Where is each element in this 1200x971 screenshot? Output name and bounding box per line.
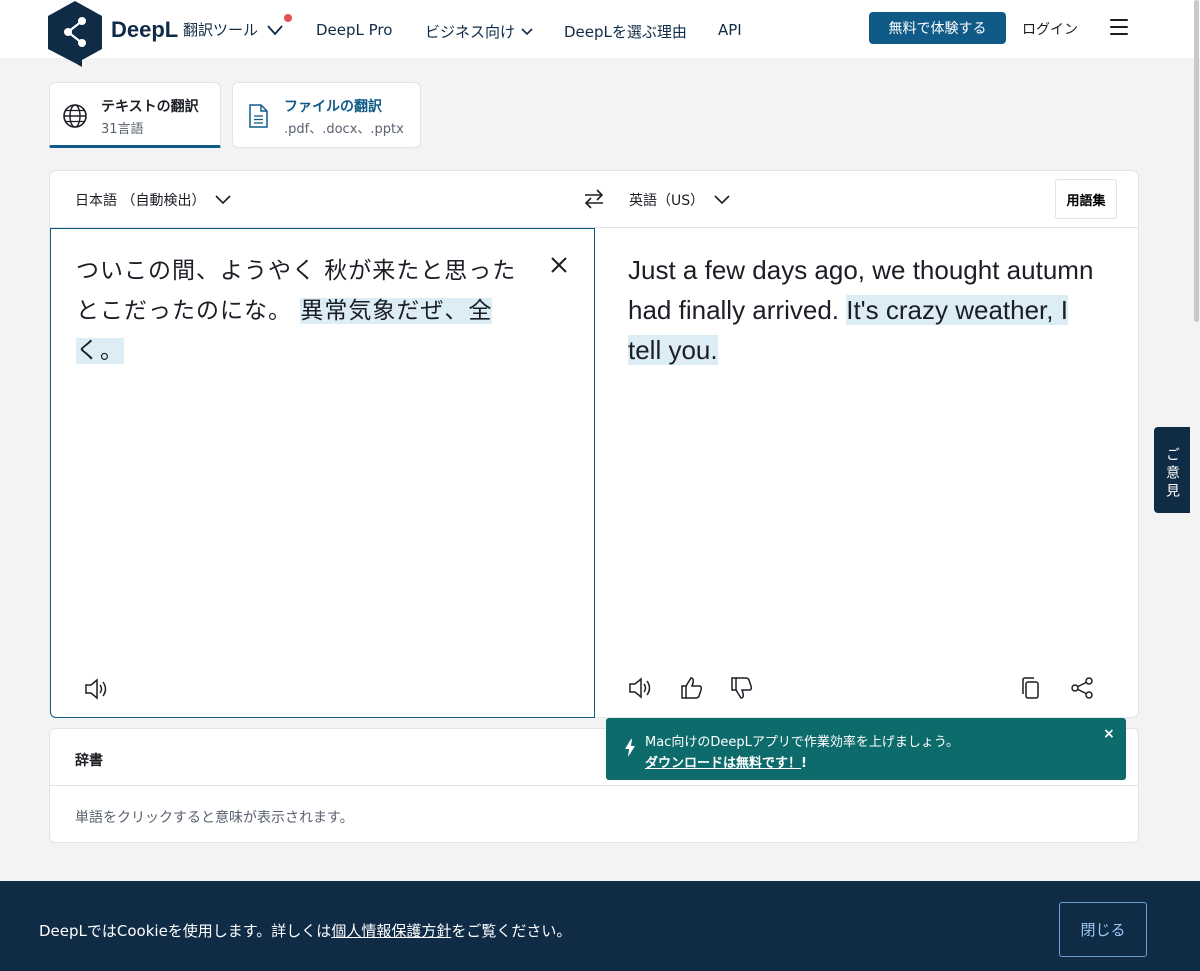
copy-icon[interactable] bbox=[1018, 675, 1044, 701]
tab-file-subtitle: .pdf、.docx、.pptx bbox=[284, 122, 404, 137]
cookie-close-button[interactable]: 閉じる bbox=[1059, 902, 1147, 957]
tab-text-translation[interactable]: テキストの翻訳 31言語 bbox=[49, 82, 221, 148]
deepl-logo-icon[interactable] bbox=[48, 1, 102, 67]
glossary-button[interactable]: 用語集 bbox=[1055, 179, 1117, 219]
thumbs-up-icon[interactable] bbox=[679, 675, 705, 701]
chevron-down-icon bbox=[521, 27, 533, 35]
cookie-text: DeepLではCookieを使用します。詳しくは個人情報保護方針をご覧ください。 bbox=[39, 920, 571, 941]
cookie-text-before: DeepLではCookieを使用します。詳しくは bbox=[39, 922, 332, 940]
cookie-text-after: をご覧ください。 bbox=[451, 922, 572, 940]
source-language-label: 日本語 （自動検出） bbox=[75, 193, 206, 209]
document-icon bbox=[249, 104, 268, 128]
cookie-banner: DeepLではCookieを使用します。詳しくは個人情報保護方針をご覧ください。… bbox=[0, 881, 1200, 971]
target-language-selector[interactable]: 英語（US） bbox=[629, 190, 730, 210]
download-free-link-suffix: ! bbox=[801, 756, 807, 771]
translated-text[interactable]: Just a few days ago, we thought autumn h… bbox=[628, 250, 1108, 370]
download-free-link[interactable]: ダウンロードは無料です！! bbox=[645, 752, 807, 771]
privacy-policy-link[interactable]: 個人情報保護方針 bbox=[331, 922, 451, 940]
nav-why-deepl[interactable]: DeepLを選ぶ理由 bbox=[564, 21, 687, 42]
notification-dot bbox=[284, 14, 292, 22]
translator-tool-menu[interactable]: 翻訳ツール bbox=[183, 19, 284, 40]
chevron-down-icon bbox=[267, 24, 283, 35]
target-text-area: Just a few days ago, we thought autumn h… bbox=[595, 228, 1138, 718]
clear-text-icon[interactable] bbox=[548, 254, 570, 276]
free-trial-button[interactable]: 無料で体験する bbox=[869, 12, 1006, 44]
tab-file-title: ファイルの翻訳 bbox=[284, 99, 382, 115]
speaker-icon[interactable] bbox=[627, 675, 653, 701]
hamburger-menu-icon[interactable] bbox=[1110, 19, 1128, 35]
nav-deepl-pro[interactable]: DeepL Pro bbox=[316, 21, 392, 39]
chevron-down-icon bbox=[215, 195, 232, 205]
dictionary-title: 辞書 bbox=[75, 753, 103, 769]
nav-deepl-pro-label: DeepL Pro bbox=[316, 21, 393, 39]
brand-name[interactable]: DeepL bbox=[111, 17, 178, 43]
chevron-down-icon bbox=[714, 195, 730, 205]
thumbs-down-icon[interactable] bbox=[729, 675, 755, 701]
tab-text-title: テキストの翻訳 bbox=[101, 99, 199, 115]
toast-close-button[interactable]: × bbox=[1103, 726, 1115, 742]
top-navigation-bar: DeepL 翻訳ツール DeepL Pro ビジネス向け DeepLを選ぶ理由 … bbox=[0, 0, 1200, 67]
source-text-area[interactable]: ついこの間、ようやく 秋が来たと思ったとこだったのにな。 異常気象だぜ、全く。 bbox=[50, 228, 595, 718]
bolt-icon bbox=[625, 739, 635, 757]
dictionary-hint: 単語をクリックすると意味が表示されます。 bbox=[75, 810, 354, 826]
tab-file-translation[interactable]: ファイルの翻訳 .pdf、.docx、.pptx bbox=[232, 82, 421, 148]
share-icon[interactable] bbox=[1069, 675, 1095, 701]
download-free-link-text: ダウンロードは無料です！ bbox=[645, 756, 802, 771]
nav-business[interactable]: ビジネス向け bbox=[425, 21, 533, 42]
translator-card: 日本語 （自動検出） 英語（US） 用語集 ついこの間、ようやく 秋が来たと思っ… bbox=[49, 170, 1139, 718]
language-bar: 日本語 （自動検出） 英語（US） 用語集 bbox=[50, 171, 1138, 228]
nav-why-deepl-label: DeepLを選ぶ理由 bbox=[564, 23, 687, 41]
nav-business-label: ビジネス向け bbox=[425, 23, 516, 41]
login-link[interactable]: ログイン bbox=[1022, 19, 1078, 39]
nav-api[interactable]: API bbox=[718, 21, 742, 39]
tab-text-subtitle: 31言語 bbox=[101, 122, 144, 137]
mac-app-promo-toast: Mac向けのDeepLアプリで作業効率を上げましょう。 ダウンロードは無料です！… bbox=[606, 718, 1126, 780]
target-language-label: 英語（US） bbox=[629, 193, 705, 209]
speaker-icon[interactable] bbox=[83, 676, 109, 702]
translator-tool-label: 翻訳ツール bbox=[183, 21, 259, 39]
globe-icon bbox=[63, 104, 87, 128]
page-scrollbar[interactable] bbox=[1194, 0, 1199, 322]
source-language-selector[interactable]: 日本語 （自動検出） bbox=[75, 190, 232, 210]
toast-message: Mac向けのDeepLアプリで作業効率を上げましょう。 bbox=[645, 735, 960, 750]
source-text[interactable]: ついこの間、ようやく 秋が来たと思ったとこだったのにな。 異常気象だぜ、全く。 bbox=[76, 251, 531, 371]
swap-languages-icon[interactable] bbox=[583, 188, 605, 210]
nav-api-label: API bbox=[718, 21, 742, 39]
feedback-tab[interactable]: ご意見 bbox=[1154, 427, 1190, 513]
